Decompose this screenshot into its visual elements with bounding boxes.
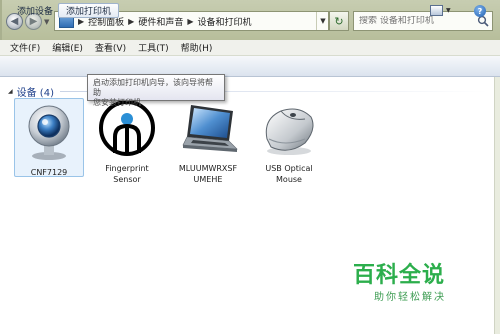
- chevron-right-icon[interactable]: ▶: [187, 17, 193, 26]
- address-dropdown-button[interactable]: ▼: [316, 12, 329, 30]
- device-label: USB Optical Mouse: [265, 164, 313, 184]
- mouse-icon: [265, 108, 314, 155]
- device-label: MLUUMWRXSF UMEHE: [178, 164, 238, 184]
- device-tile-laptop[interactable]: MLUUMWRXSF UMEHE: [173, 99, 243, 185]
- device-tile-usb-mouse[interactable]: USB Optical Mouse: [254, 99, 324, 185]
- breadcrumb-hardware-sound[interactable]: 硬件和声音: [138, 15, 183, 28]
- menu-bar: 文件(F) 编辑(E) 查看(V) 工具(T) 帮助(H): [0, 40, 500, 56]
- watermark-logo: 百科全说: [353, 263, 446, 288]
- menu-tools[interactable]: 工具(T): [138, 41, 169, 54]
- collapse-triangle-icon[interactable]: ◢: [8, 88, 13, 95]
- arrow-left-icon: ◀: [10, 15, 19, 27]
- webcam-icon: [28, 105, 70, 160]
- menu-file[interactable]: 文件(F): [10, 41, 40, 54]
- change-view-button[interactable]: ▼: [430, 4, 452, 17]
- chevron-right-icon[interactable]: ▶: [128, 17, 134, 26]
- arrow-right-icon: ▶: [29, 15, 38, 27]
- breadcrumb-devices-printers[interactable]: 设备和打印机: [198, 15, 252, 28]
- vertical-scrollbar[interactable]: [494, 77, 500, 334]
- group-label: 设备 (4): [16, 88, 54, 99]
- device-tile-webcam[interactable]: CNF7129: [14, 98, 84, 177]
- refresh-button[interactable]: ↻: [329, 11, 349, 31]
- add-printer-button[interactable]: 添加打印机: [58, 3, 120, 18]
- device-label: Fingerprint Sensor: [105, 164, 149, 184]
- refresh-icon: ↻: [334, 14, 344, 28]
- search-box[interactable]: [353, 11, 493, 31]
- chevron-down-icon: ▼: [320, 17, 326, 25]
- device-label: CNF7129: [30, 168, 68, 177]
- group-header-devices[interactable]: ◢ 设备 (4): [8, 84, 54, 99]
- menu-edit[interactable]: 编辑(E): [52, 41, 83, 54]
- watermark-slogan: 助你轻松解决: [374, 292, 446, 303]
- view-options-icon: [430, 5, 443, 16]
- tooltip-line: 启动添加打印机向导，该向导将帮助: [93, 78, 213, 97]
- add-device-button[interactable]: 添加设备: [10, 3, 60, 18]
- menu-help[interactable]: 帮助(H): [181, 41, 213, 54]
- recent-pages-dropdown[interactable]: ▼: [44, 18, 49, 26]
- device-tile-fingerprint-sensor[interactable]: Fingerprint Sensor: [92, 99, 162, 185]
- command-bar: [0, 56, 500, 77]
- add-printer-tooltip: 启动添加打印机向导，该向导将帮助 您安装打印机: [87, 74, 225, 107]
- chevron-down-icon: ▼: [446, 7, 451, 14]
- help-button[interactable]: ?: [474, 5, 486, 17]
- search-input[interactable]: [359, 16, 471, 26]
- tooltip-line: 您安装打印机: [93, 98, 141, 107]
- menu-view[interactable]: 查看(V): [95, 41, 126, 54]
